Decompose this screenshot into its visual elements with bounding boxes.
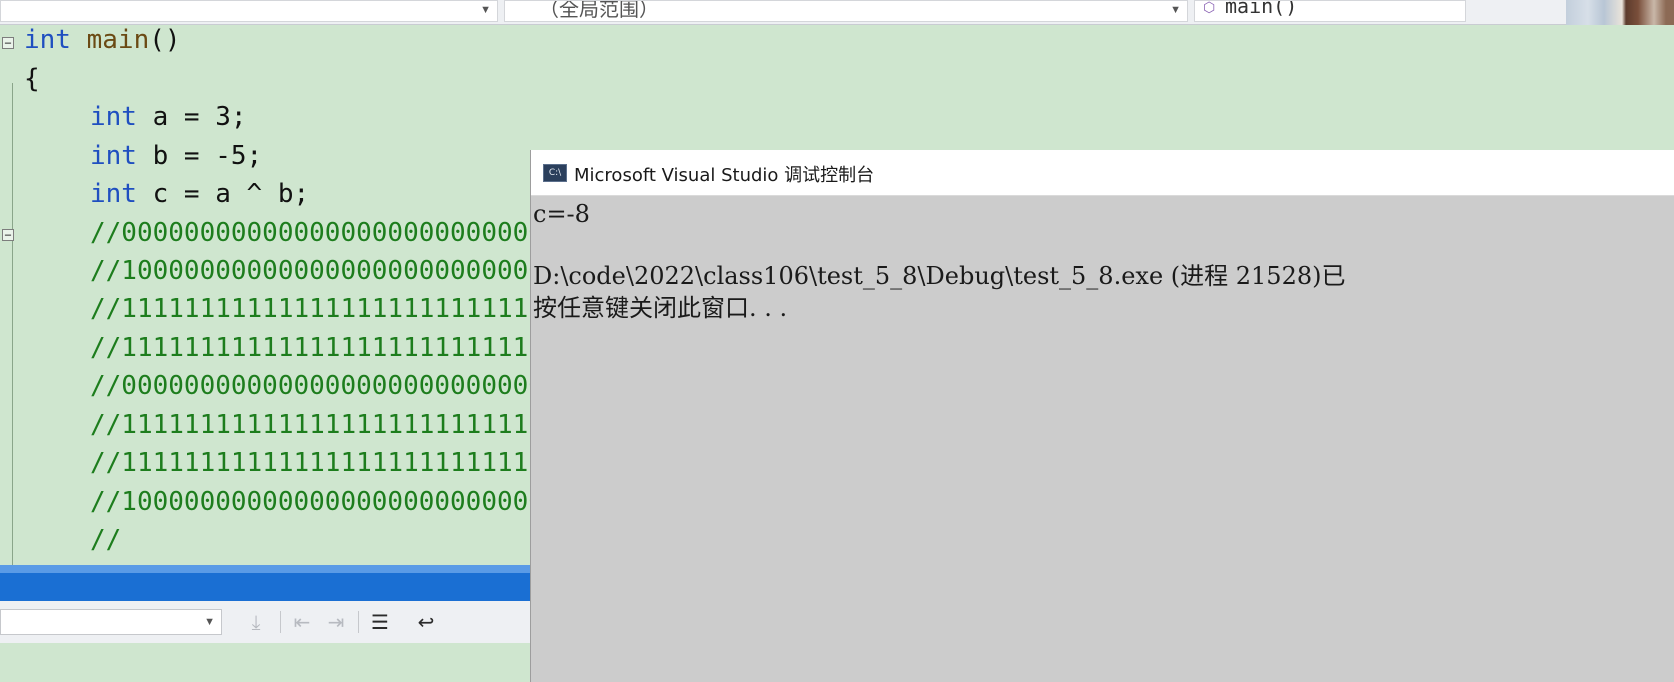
keyword: int [90,141,137,171]
keyword: int [24,25,71,55]
scope-dropdown[interactable]: （全局范围） ▼ [504,0,1188,22]
indent-icon[interactable]: ⇥ [322,609,350,635]
chevron-down-icon: ▼ [480,4,491,16]
code-line[interactable]: int a = 3; [90,98,247,136]
status-bar-highlight [0,565,530,573]
function-dropdown[interactable]: ⬡ main() [1194,0,1466,22]
comment-line[interactable]: // [90,521,121,559]
outdent-icon[interactable]: ⇤ [288,609,316,635]
fold-collapse-icon[interactable]: − [2,229,14,241]
chevron-down-icon: ▼ [204,616,215,628]
webcam-overlay [1566,0,1674,26]
keyword: int [90,102,137,132]
member-function-icon: ⬡ [1203,0,1216,15]
console-app-icon: C:\ [543,164,567,182]
function-name: main [86,25,150,55]
bottom-toolbar: ▼ ⤓ ⇤ ⇥ ☰ ↩ [0,601,530,643]
chevron-down-icon: ▼ [1170,4,1181,16]
keyword: int [90,179,137,209]
code-text: () [149,25,181,55]
toolbar-divider [358,611,359,633]
project-dropdown[interactable]: ▼ [0,0,498,22]
scope-label: （全局范围） [539,0,659,21]
console-output[interactable]: c=-8 D:\code\2022\class106\test_5_8\Debu… [531,196,1674,682]
function-label: main() [1225,0,1298,18]
code-line[interactable]: int c = a ^ b; [90,175,309,213]
toolbar-divider [280,611,281,633]
navigation-bar: ▼ （全局范围） ▼ ⬡ main() [0,0,1674,26]
code-text: b = -5; [136,141,263,171]
code-line[interactable]: int b = -5; [90,137,262,175]
fold-guide [12,83,13,583]
console-title: Microsoft Visual Studio 调试控制台 [574,165,875,186]
console-output-line: c=-8 [533,200,590,228]
fold-collapse-icon[interactable]: − [2,37,14,49]
task-list-icon[interactable]: ☰ [366,609,394,635]
code-line[interactable]: int main() [24,21,181,59]
console-output-line: 按任意键关闭此窗口. . . [533,294,788,322]
comment-icon[interactable]: ⤓ [242,609,270,635]
code-line[interactable]: { [24,60,40,98]
status-bar [0,565,530,601]
code-text: c = a ^ b; [136,179,310,209]
debug-console-window[interactable]: C:\ Microsoft Visual Studio 调试控制台 c=-8 D… [530,150,1674,682]
output-source-dropdown[interactable]: ▼ [0,609,222,635]
console-title-bar[interactable]: C:\ Microsoft Visual Studio 调试控制台 [531,150,1674,196]
code-text: a = 3; [136,102,247,132]
console-output-line: D:\code\2022\class106\test_5_8\Debug\tes… [533,262,1346,290]
word-wrap-icon[interactable]: ↩ [412,609,440,635]
